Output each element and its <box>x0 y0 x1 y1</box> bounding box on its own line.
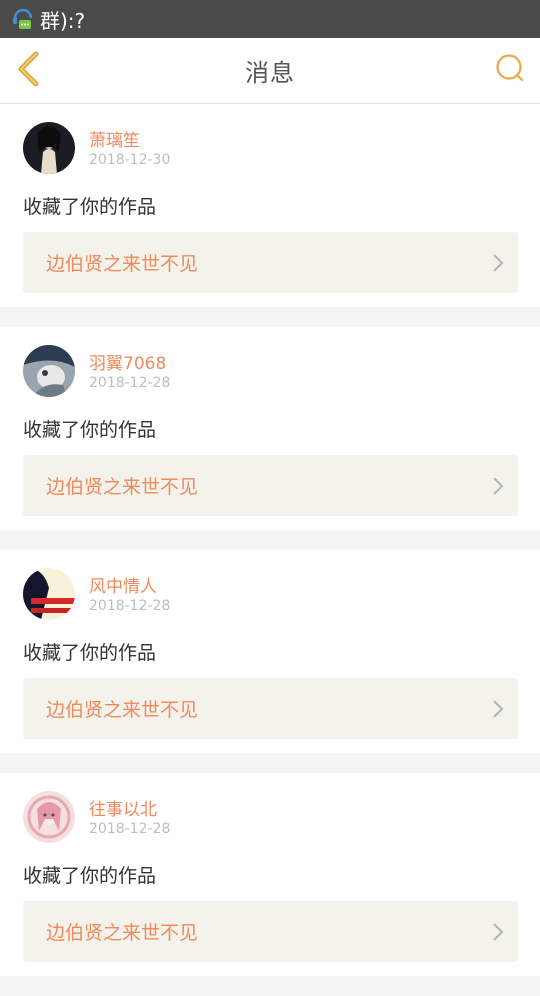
work-link[interactable]: 边伯贤之来世不见 <box>23 455 518 516</box>
action-text: 收藏了你的作品 <box>23 642 157 664</box>
work-link[interactable]: 边伯贤之来世不见 <box>23 678 518 739</box>
chevron-right-icon <box>478 232 518 293</box>
work-title: 边伯贤之来世不见 <box>46 922 199 944</box>
chevron-right-icon <box>478 678 518 739</box>
message-date: 2018-12-28 <box>89 598 171 614</box>
search-icon <box>495 53 525 87</box>
status-text: 群):? <box>40 8 86 33</box>
work-title: 边伯贤之来世不见 <box>46 699 199 721</box>
work-link[interactable]: 边伯贤之来世不见 <box>23 232 518 293</box>
action-text: 收藏了你的作品 <box>23 865 157 887</box>
work-title: 边伯贤之来世不见 <box>46 476 199 498</box>
back-button[interactable] <box>14 50 44 92</box>
user-name[interactable]: 萧璃笙 <box>89 126 140 151</box>
status-bar: 群):? <box>0 0 540 38</box>
chat-app-icon <box>12 7 34 31</box>
avatar[interactable] <box>23 345 75 397</box>
avatar[interactable] <box>23 791 75 843</box>
search-button[interactable] <box>494 54 526 86</box>
page-title: 消息 <box>245 59 295 87</box>
message-date: 2018-12-28 <box>89 821 171 837</box>
avatar[interactable] <box>23 568 75 620</box>
message-card: 往事以北 2018-12-28 收藏了你的作品 边伯贤之来世不见 <box>0 773 540 976</box>
message-card: 萧璃笙 2018-12-30 收藏了你的作品 边伯贤之来世不见 <box>0 104 540 307</box>
message-date: 2018-12-28 <box>89 375 171 391</box>
action-text: 收藏了你的作品 <box>23 196 157 218</box>
work-title: 边伯贤之来世不见 <box>46 253 199 275</box>
work-link[interactable]: 边伯贤之来世不见 <box>23 901 518 962</box>
message-list: 萧璃笙 2018-12-30 收藏了你的作品 边伯贤之来世不见 羽翼7068 2… <box>0 104 540 996</box>
user-name[interactable]: 羽翼7068 <box>89 349 166 374</box>
message-card: 羽翼7068 2018-12-28 收藏了你的作品 边伯贤之来世不见 <box>0 327 540 530</box>
chevron-left-icon <box>16 50 42 92</box>
user-name[interactable]: 风中情人 <box>89 572 157 597</box>
action-text: 收藏了你的作品 <box>23 419 157 441</box>
user-name[interactable]: 往事以北 <box>89 795 157 820</box>
message-date: 2018-12-30 <box>89 152 171 168</box>
app-header: 消息 <box>0 38 540 104</box>
avatar[interactable] <box>23 122 75 174</box>
chevron-right-icon <box>478 455 518 516</box>
chevron-right-icon <box>478 901 518 962</box>
message-card: 风中情人 2018-12-28 收藏了你的作品 边伯贤之来世不见 <box>0 550 540 753</box>
